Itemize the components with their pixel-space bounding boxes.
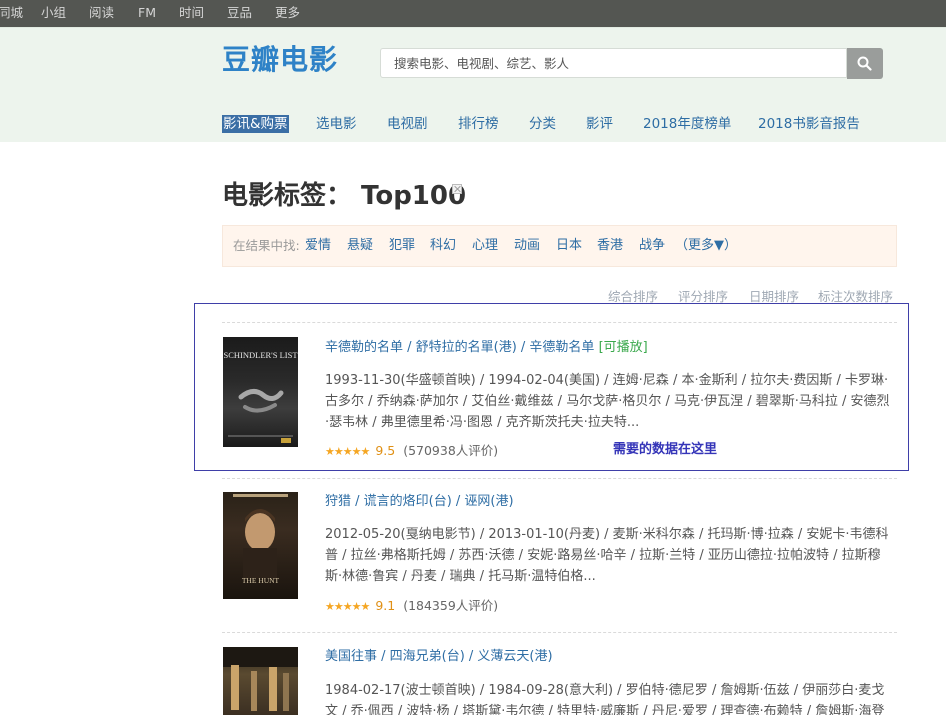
movie-poster[interactable]: THE HUNT xyxy=(223,492,298,599)
nav-more[interactable]: 更多 xyxy=(275,5,300,21)
movie-meta: 1984-02-17(波士顿首映) / 1984-09-28(意大利) / 罗伯… xyxy=(325,683,885,715)
subnav-tv[interactable]: 电视剧 xyxy=(387,115,428,133)
site-logo[interactable]: 豆瓣电影 xyxy=(222,43,338,77)
filter-more[interactable]: （更多▼） xyxy=(675,237,737,255)
annotation-note: 需要的数据在这里 xyxy=(613,442,718,457)
filter-tag[interactable]: 动画 xyxy=(514,237,540,255)
movie-poster[interactable] xyxy=(223,647,298,715)
subnav-choose-movie[interactable]: 选电影 xyxy=(316,115,357,133)
filter-tag[interactable]: 爱情 xyxy=(305,237,331,255)
filter-tag[interactable]: 日本 xyxy=(556,237,582,255)
movie-title-link[interactable]: 美国往事 / 四海兄弟(台) / 义薄云天(港) xyxy=(325,648,553,666)
nav-doupin[interactable]: 豆品 xyxy=(227,5,252,21)
nav-shijian[interactable]: 时间 xyxy=(179,5,204,21)
sort-date-link[interactable]: 日期排序 xyxy=(749,289,799,304)
nav-xiaozu[interactable]: 小组 xyxy=(41,5,66,21)
page-title: 电影标签： Top100 xyxy=(222,181,467,211)
nav-tongcheng[interactable]: 同城 xyxy=(0,5,23,21)
movie-title: 狩猎 / 谎言的烙印(台) / 诬网(港) xyxy=(325,494,514,509)
close-icon[interactable] xyxy=(452,184,462,194)
filter-label: 在结果中找: xyxy=(233,238,300,253)
nav-yuedu[interactable]: 阅读 xyxy=(89,5,114,21)
search-icon xyxy=(857,56,872,71)
subnav-tickets[interactable]: 影讯&购票 xyxy=(222,115,289,133)
subnav-category[interactable]: 分类 xyxy=(529,115,556,133)
filter-tag[interactable]: 香港 xyxy=(597,237,623,255)
rating-stars: ★★★★★ xyxy=(325,600,370,613)
svg-text:THE HUNT: THE HUNT xyxy=(242,576,280,585)
filter-tag[interactable]: 战争 xyxy=(639,237,665,255)
subnav-annual-list[interactable]: 2018年度榜单 xyxy=(643,115,731,133)
filter-tag[interactable]: 心理 xyxy=(472,237,498,255)
filter-tag[interactable]: 科幻 xyxy=(430,237,456,255)
subnav-reviews[interactable]: 影评 xyxy=(586,115,613,133)
poster-image xyxy=(223,647,298,711)
subnav-annual-report[interactable]: 2018书影音报告 xyxy=(758,115,860,133)
movie-title: 美国往事 / 四海兄弟(台) / 义薄云天(港) xyxy=(325,649,553,664)
filter-tag[interactable]: 犯罪 xyxy=(389,237,415,255)
sort-count-link[interactable]: 标注次数排序 xyxy=(818,289,893,304)
rating-score: 9.1 xyxy=(375,598,396,613)
movie-title-link[interactable]: 狩猎 / 谎言的烙印(台) / 诬网(港) xyxy=(325,493,514,511)
movie-rating: ★★★★★ 9.1 (184359人评价) xyxy=(325,597,498,616)
sort-rating-link[interactable]: 评分排序 xyxy=(678,289,728,304)
divider xyxy=(222,632,897,633)
tag-filter-bar: 在结果中找: 爱情 悬疑 犯罪 科幻 心理 动画 日本 香港 战争 （更多▼） xyxy=(222,225,897,267)
poster-image: THE HUNT xyxy=(233,494,288,585)
rating-count[interactable]: (184359人评价) xyxy=(403,598,498,613)
movie-meta: 2012-05-20(戛纳电影节) / 2013-01-10(丹麦) / 麦斯·… xyxy=(325,527,889,584)
global-nav: 同城 小组 阅读 FM 时间 豆品 更多 xyxy=(0,0,946,27)
sort-overall-link[interactable]: 综合排序 xyxy=(608,289,658,304)
nav-fm[interactable]: FM xyxy=(138,5,156,21)
search-input[interactable] xyxy=(380,48,847,78)
search-button[interactable] xyxy=(847,48,883,79)
divider xyxy=(222,478,897,479)
annotation-box xyxy=(194,303,909,471)
header: 豆瓣电影 影讯&购票 选电影 电视剧 排行榜 分类 影评 2018年度榜单 20… xyxy=(0,27,946,142)
filter-tag[interactable]: 悬疑 xyxy=(347,237,373,255)
subnav-ranking[interactable]: 排行榜 xyxy=(458,115,499,133)
